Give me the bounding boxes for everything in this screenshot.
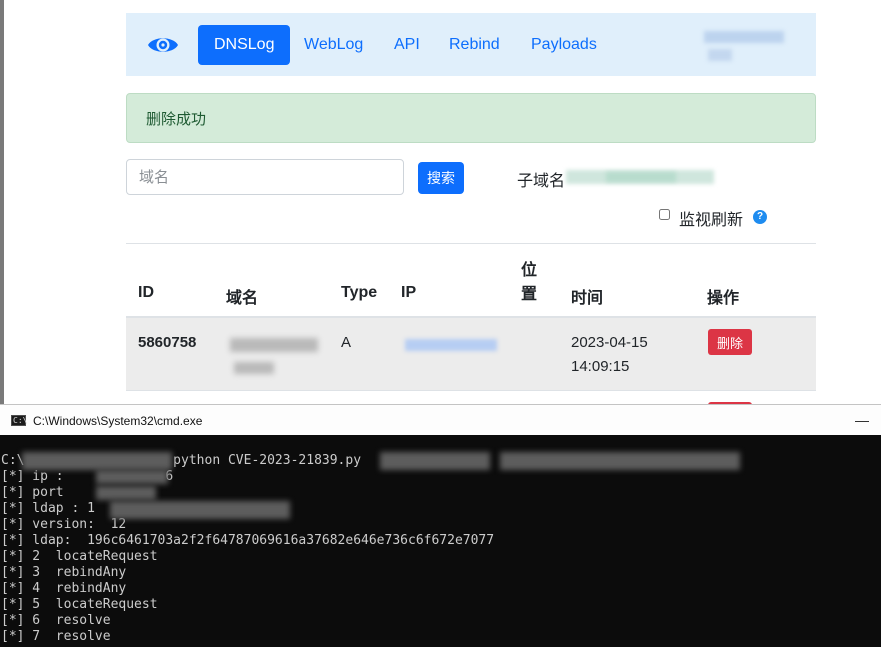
cmd-window: C:\ C:\Windows\System32\cmd.exe — C:\ py… bbox=[0, 404, 881, 647]
row-type: A bbox=[341, 334, 352, 351]
terminal-icon: C:\ bbox=[11, 415, 28, 426]
console-line: [*] 3 rebindAny bbox=[1, 565, 127, 580]
col-header-location: 位置 bbox=[521, 262, 538, 303]
subdomain-label: 子域名 bbox=[517, 173, 566, 190]
minimize-button[interactable]: — bbox=[850, 411, 874, 431]
window-left-edge bbox=[0, 0, 4, 410]
console-line: [*] 7 resolve bbox=[1, 629, 111, 644]
col-header-time: 时间 bbox=[571, 290, 604, 307]
cmd-console[interactable]: C:\ python CVE-2023-21839.py [*] ip : 6 … bbox=[0, 435, 881, 647]
row-id: 5860758 bbox=[138, 334, 197, 351]
eye-icon[interactable] bbox=[147, 33, 179, 57]
redacted-domain-2 bbox=[234, 362, 274, 374]
cmd-titlebar[interactable]: C:\ C:\Windows\System32\cmd.exe — bbox=[0, 404, 881, 437]
col-header-domain: 域名 bbox=[226, 290, 259, 307]
console-line: [*] ldap : 1 bbox=[1, 501, 95, 516]
redacted-subdomain bbox=[566, 166, 716, 188]
monitor-refresh-label[interactable]: 监视刷新 bbox=[679, 206, 743, 230]
help-icon[interactable]: ? bbox=[753, 210, 767, 224]
table-row: 5860758 A 2023-04-15 14:09:15 删除 bbox=[126, 318, 816, 390]
cmd-title: C:\Windows\System32\cmd.exe bbox=[33, 414, 203, 428]
console-line: [*] 6 resolve bbox=[1, 613, 111, 628]
redacted-user-menu[interactable] bbox=[704, 27, 788, 65]
nav-weblog[interactable]: WebLog bbox=[304, 25, 363, 65]
domain-search-input[interactable] bbox=[126, 159, 404, 195]
col-header-ip: IP bbox=[401, 284, 417, 301]
col-header-id: ID bbox=[138, 284, 154, 301]
row-time: 14:09:15 bbox=[571, 358, 630, 375]
table-top-border bbox=[126, 243, 816, 244]
redacted-arg-2 bbox=[500, 452, 740, 470]
redacted-ip-value bbox=[96, 470, 168, 484]
redacted-path bbox=[22, 452, 172, 470]
nav-payloads[interactable]: Payloads bbox=[531, 25, 597, 65]
redacted-ldap-value bbox=[110, 501, 290, 519]
redacted-domain bbox=[230, 338, 318, 352]
search-button[interactable]: 搜索 bbox=[418, 162, 464, 194]
row-divider bbox=[126, 390, 816, 391]
col-header-type: Type bbox=[341, 284, 378, 301]
console-line: [*] ldap: 196c6461703a2f2f64787069616a37… bbox=[1, 533, 495, 548]
alert-message: 删除成功 bbox=[146, 111, 207, 128]
redacted-port-value bbox=[96, 486, 156, 500]
nav-rebind[interactable]: Rebind bbox=[449, 25, 500, 65]
console-line: [*] 4 rebindAny bbox=[1, 581, 127, 596]
success-alert: 删除成功 bbox=[126, 93, 816, 143]
row-date: 2023-04-15 bbox=[571, 334, 648, 351]
redacted-ip bbox=[405, 339, 497, 351]
nav-dnslog[interactable]: DNSLog bbox=[198, 25, 291, 65]
delete-button[interactable]: 删除 bbox=[708, 329, 752, 355]
console-line: [*] 5 locateRequest bbox=[1, 597, 158, 612]
redacted-arg bbox=[380, 452, 490, 470]
monitor-refresh-checkbox[interactable] bbox=[659, 209, 670, 220]
nav-api[interactable]: API bbox=[394, 25, 420, 65]
console-line: [*] version: 12 bbox=[1, 517, 127, 532]
col-header-action: 操作 bbox=[707, 290, 740, 307]
console-line: [*] port bbox=[1, 485, 64, 500]
console-line: [*] 2 locateRequest bbox=[1, 549, 158, 564]
navbar: DNSLog WebLog API Rebind Payloads bbox=[126, 13, 816, 76]
